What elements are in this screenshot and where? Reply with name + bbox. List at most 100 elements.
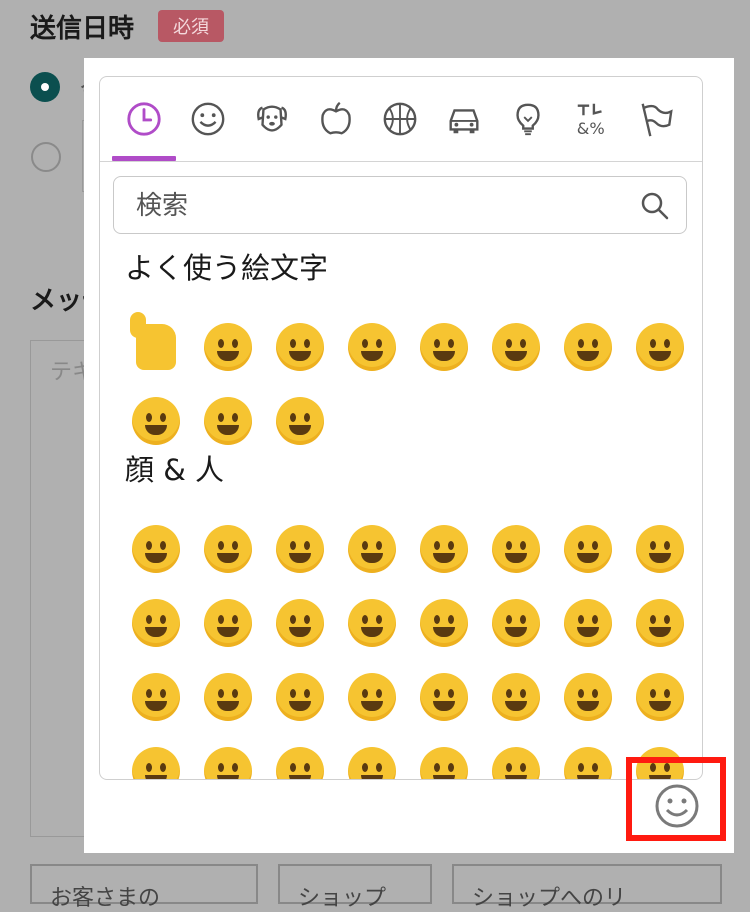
emoji-hugging-face[interactable]: [336, 734, 408, 779]
emoji-grinning-smile-eyes[interactable]: [336, 512, 408, 586]
customer-button[interactable]: お客さまの: [30, 864, 258, 911]
emoji-squinting-face[interactable]: [408, 310, 480, 384]
shushing-face-icon: [492, 747, 540, 779]
dog-icon[interactable]: [250, 97, 294, 141]
tears-of-joy-icon: [636, 525, 684, 573]
smiling-hearts-icon: [492, 599, 540, 647]
emoji-smiling-eyes[interactable]: [336, 586, 408, 660]
emoji-kissing-face[interactable]: [192, 660, 264, 734]
basketball-icon[interactable]: [378, 97, 422, 141]
active-tab-indicator: [112, 156, 176, 161]
emoji-yum-face[interactable]: [480, 660, 552, 734]
thinking-face-icon: [564, 747, 612, 779]
shop-button[interactable]: ショップ: [278, 864, 432, 911]
emoji-hand-over-mouth[interactable]: [408, 734, 480, 779]
emoji-search[interactable]: [113, 176, 687, 234]
grinning-big-eyes-icon: [204, 525, 252, 573]
emoji-smiling-face[interactable]: [264, 660, 336, 734]
emoji-squinting-face[interactable]: [408, 512, 480, 586]
emoji-smiling-hearts[interactable]: [480, 586, 552, 660]
emoji-tongue-face[interactable]: [552, 660, 624, 734]
face-blowing-kiss-icon: [276, 323, 324, 371]
send-datetime-title: 送信日時: [30, 14, 135, 44]
car-icon[interactable]: [442, 97, 486, 141]
emoji-grinning-big-eyes[interactable]: [192, 512, 264, 586]
emoji-face-blowing-kiss[interactable]: [120, 660, 192, 734]
squinting-face-icon: [420, 323, 468, 371]
faces-people-title: 顔 & 人: [125, 453, 225, 487]
recent-icon[interactable]: [122, 97, 166, 141]
emoji-screaming-face[interactable]: [264, 384, 336, 458]
kissing-smiling-eyes-icon: [420, 673, 468, 721]
emoji-zany-face[interactable]: [120, 734, 192, 779]
heart-eyes-icon: [348, 323, 396, 371]
halo-face-icon: [420, 599, 468, 647]
smiley-icon[interactable]: [186, 97, 230, 141]
search-icon[interactable]: [640, 191, 670, 221]
shop-reply-button[interactable]: ショップへのリ: [452, 864, 722, 911]
thumbs-up-icon: [130, 312, 176, 370]
required-badge: 必須: [158, 10, 224, 42]
radio-now[interactable]: [30, 72, 60, 102]
grinning-smile-eyes-icon: [348, 525, 396, 573]
upside-down-face-icon: [204, 599, 252, 647]
emoji-upside-down-face[interactable]: [192, 586, 264, 660]
emoji-grinning-sweat[interactable]: [552, 310, 624, 384]
emoji-grinning-face[interactable]: [192, 310, 264, 384]
emoji-rolling-on-floor-laughing[interactable]: [552, 512, 624, 586]
emoji-grinning-sweat[interactable]: [480, 512, 552, 586]
tongue-face-icon: [132, 397, 180, 445]
emoji-winking-tongue-face[interactable]: [624, 660, 696, 734]
svg-text:&%: &%: [577, 119, 605, 138]
symbols-icon[interactable]: &%: [570, 97, 614, 141]
grinning-face-icon: [204, 323, 252, 371]
emoji-thumbs-up[interactable]: [120, 310, 192, 384]
rolling-on-floor-laughing-icon: [564, 525, 612, 573]
money-mouth-icon: [276, 747, 324, 779]
emoji-halo-face[interactable]: [408, 586, 480, 660]
kissing-face-icon: [204, 673, 252, 721]
apple-icon[interactable]: [314, 97, 358, 141]
emoji-tears-of-joy[interactable]: [624, 512, 696, 586]
smiling-eyes-icon: [348, 599, 396, 647]
heart-eyes-icon: [564, 599, 612, 647]
emoji-popover: &% よく使う絵文字 顔 & 人: [84, 58, 734, 853]
faces-people-grid: [120, 512, 696, 779]
tongue-face-icon: [564, 673, 612, 721]
emoji-winking-face[interactable]: [264, 586, 336, 660]
emoji-shushing-face[interactable]: [480, 734, 552, 779]
emoji-picker: &% よく使う絵文字 顔 & 人: [99, 76, 703, 780]
grinning-sweat-icon: [492, 525, 540, 573]
emoji-face-blowing-kiss[interactable]: [264, 310, 336, 384]
emoji-kissing-smiling-eyes[interactable]: [408, 660, 480, 734]
emoji-heart-eyes[interactable]: [336, 310, 408, 384]
squinting-face-icon: [420, 525, 468, 573]
emoji-squinting-tongue[interactable]: [192, 734, 264, 779]
zany-face-icon: [132, 747, 180, 779]
hugging-face-icon: [348, 747, 396, 779]
emoji-grinning-face[interactable]: [120, 512, 192, 586]
emoji-winking-tongue-face[interactable]: [480, 310, 552, 384]
emoji-tears-of-joy[interactable]: [624, 310, 696, 384]
emoji-heart-eyes[interactable]: [552, 586, 624, 660]
search-input[interactable]: [134, 185, 618, 227]
grinning-face-icon: [132, 525, 180, 573]
category-tabs: &%: [100, 77, 702, 162]
screaming-face-icon: [276, 397, 324, 445]
emoji-beaming-face[interactable]: [264, 512, 336, 586]
face-blowing-kiss-icon: [132, 673, 180, 721]
highlight-box: [626, 757, 726, 841]
emoji-star-struck[interactable]: [624, 586, 696, 660]
emoji-slightly-smiling[interactable]: [120, 586, 192, 660]
tears-of-joy-icon: [636, 323, 684, 371]
emoji-money-mouth[interactable]: [264, 734, 336, 779]
radio-scheduled[interactable]: [31, 142, 61, 172]
flag-icon[interactable]: [634, 97, 678, 141]
emoji-thinking-face[interactable]: [552, 734, 624, 779]
lightbulb-icon[interactable]: [506, 97, 550, 141]
winking-face-icon: [276, 599, 324, 647]
emoji-kissing-closed-eyes[interactable]: [336, 660, 408, 734]
winking-tongue-face-icon: [636, 673, 684, 721]
hand-over-mouth-icon: [420, 747, 468, 779]
squinting-tongue-icon: [204, 747, 252, 779]
